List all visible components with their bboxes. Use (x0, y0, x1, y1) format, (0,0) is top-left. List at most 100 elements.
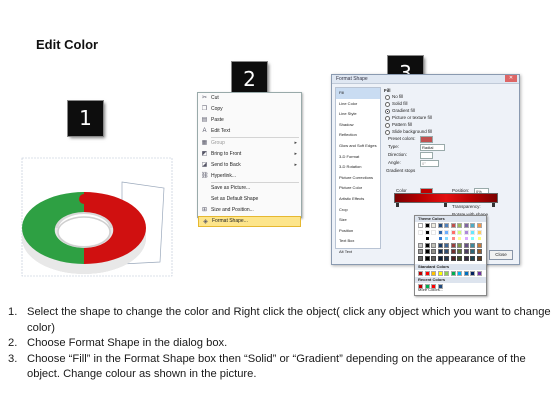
color-swatch[interactable] (470, 223, 475, 228)
close-icon[interactable]: ✕ (505, 75, 517, 82)
color-swatch[interactable] (463, 271, 469, 276)
menu-item-paste[interactable]: ▤ Paste (198, 115, 301, 126)
nav-size[interactable]: Size (336, 215, 380, 226)
color-swatch[interactable] (444, 229, 449, 235)
color-swatch[interactable] (463, 249, 469, 254)
menu-item-size-position[interactable]: ⊞ Size and Position... (198, 205, 301, 216)
color-swatch[interactable] (431, 236, 436, 241)
nav-fill[interactable]: Fill (336, 88, 380, 99)
menu-item-save-as-picture[interactable]: Save as Picture... (198, 183, 301, 194)
color-swatch[interactable] (418, 223, 423, 228)
color-swatch[interactable] (463, 236, 469, 241)
angle-input[interactable]: 0° (420, 160, 439, 167)
color-swatch[interactable] (470, 255, 475, 261)
menu-item-hyperlink[interactable]: ⛓ Hyperlink... (198, 171, 301, 182)
nav-reflection[interactable]: Reflection (336, 130, 380, 141)
color-swatch[interactable] (418, 229, 423, 235)
color-swatch[interactable] (470, 236, 475, 241)
color-swatch[interactable] (444, 236, 449, 241)
color-swatch[interactable] (450, 255, 456, 261)
color-swatch[interactable] (437, 236, 443, 241)
color-swatch[interactable] (431, 229, 436, 235)
nav-shadow[interactable]: Shadow (336, 120, 380, 131)
radio-pattern-fill[interactable]: Pattern fill (384, 121, 514, 128)
donut-shape[interactable] (14, 152, 174, 284)
color-swatch[interactable] (424, 229, 430, 235)
color-swatch[interactable] (450, 223, 456, 228)
color-swatch[interactable] (457, 223, 462, 228)
gradient-stop[interactable] (492, 203, 495, 207)
color-swatch[interactable] (424, 255, 430, 261)
color-swatch[interactable] (476, 255, 482, 261)
color-swatch[interactable] (437, 223, 443, 228)
color-swatch[interactable] (457, 242, 462, 248)
nav-alt-text[interactable]: Alt Text (336, 247, 380, 258)
color-swatch[interactable] (437, 271, 443, 276)
color-swatch[interactable] (444, 249, 449, 254)
color-swatch[interactable] (457, 255, 462, 261)
nav-crop[interactable]: Crop (336, 205, 380, 216)
gradient-stop[interactable] (444, 203, 447, 207)
color-swatch[interactable] (463, 223, 469, 228)
color-swatch[interactable] (437, 249, 443, 254)
color-swatch[interactable] (418, 242, 423, 248)
type-dropdown[interactable]: Radial (420, 144, 445, 151)
color-swatch[interactable] (457, 236, 462, 241)
color-swatch[interactable] (431, 249, 436, 254)
menu-item-cut[interactable]: ✂ Cut (198, 93, 301, 104)
color-swatch[interactable] (424, 223, 430, 228)
color-swatch[interactable] (457, 249, 462, 254)
radio-gradient-fill[interactable]: Gradient fill (384, 107, 514, 114)
color-swatch[interactable] (437, 229, 443, 235)
color-swatch[interactable] (431, 271, 436, 276)
radio-picture-fill[interactable]: Picture or texture fill (384, 114, 514, 121)
color-swatch[interactable] (450, 236, 456, 241)
nav-position[interactable]: Position (336, 226, 380, 237)
color-swatch[interactable] (431, 255, 436, 261)
color-swatch[interactable] (476, 229, 482, 235)
color-swatch[interactable] (431, 284, 436, 289)
color-swatch[interactable] (418, 249, 423, 254)
color-swatch[interactable] (418, 236, 423, 241)
color-swatch[interactable] (437, 255, 443, 261)
color-swatch[interactable] (470, 229, 475, 235)
nav-3d-format[interactable]: 3-D Format (336, 152, 380, 163)
nav-3d-rotation[interactable]: 3-D Rotation (336, 162, 380, 173)
color-swatch[interactable] (476, 236, 482, 241)
menu-item-format-shape[interactable]: ◈ Format Shape... (198, 216, 301, 227)
color-swatch[interactable] (444, 242, 449, 248)
color-swatch[interactable] (457, 271, 462, 276)
color-swatch[interactable] (450, 271, 456, 276)
nav-picture-color[interactable]: Picture Color (336, 183, 380, 194)
color-swatch[interactable] (424, 284, 430, 289)
color-swatch[interactable] (424, 271, 430, 276)
nav-picture-corrections[interactable]: Picture Corrections (336, 173, 380, 184)
color-swatch[interactable] (476, 242, 482, 248)
menu-item-set-default-shape[interactable]: Set as Default Shape (198, 194, 301, 205)
menu-item-copy[interactable]: ❐ Copy (198, 104, 301, 115)
color-swatch[interactable] (444, 255, 449, 261)
nav-glow[interactable]: Glow and Soft Edges (336, 141, 380, 152)
color-swatch[interactable] (431, 242, 436, 248)
color-swatch[interactable] (424, 249, 430, 254)
color-swatch[interactable] (424, 236, 430, 241)
preset-colors-dropdown[interactable] (420, 136, 433, 143)
color-swatch[interactable] (424, 242, 430, 248)
color-swatch[interactable] (476, 249, 482, 254)
menu-item-group[interactable]: ▦ Group ▸ (198, 138, 301, 149)
radio-solid-fill[interactable]: Solid fill (384, 100, 514, 107)
color-swatch[interactable] (418, 271, 423, 276)
nav-text-box[interactable]: Text Box (336, 236, 380, 247)
color-swatch[interactable] (476, 271, 482, 276)
color-swatch[interactable] (457, 229, 462, 235)
color-swatch[interactable] (463, 229, 469, 235)
color-swatch[interactable] (450, 242, 456, 248)
color-swatch[interactable] (470, 249, 475, 254)
direction-dropdown[interactable] (420, 152, 433, 159)
nav-artistic-effects[interactable]: Artistic Effects (336, 194, 380, 205)
color-swatch[interactable] (437, 284, 443, 289)
color-swatch[interactable] (450, 249, 456, 254)
color-swatch[interactable] (444, 271, 449, 276)
color-swatch[interactable] (463, 242, 469, 248)
radio-no-fill[interactable]: No fill (384, 93, 514, 100)
